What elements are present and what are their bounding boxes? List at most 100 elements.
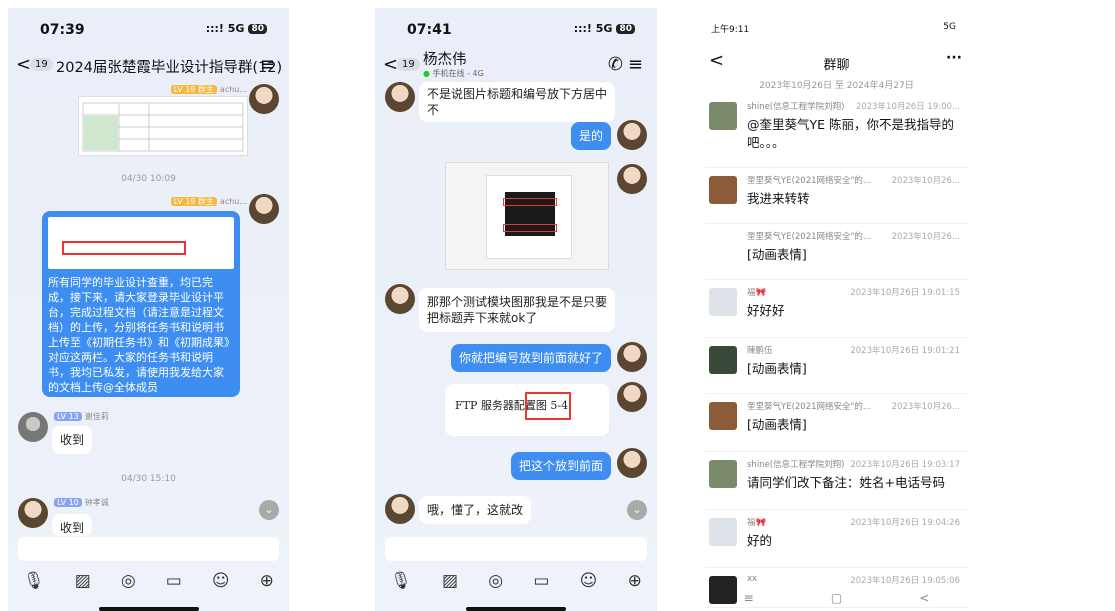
message-bubble[interactable]: 你就把编号放到前面就好了 [450,344,611,372]
scroll-down-icon[interactable]: ⌄ [627,500,647,520]
message-bubble[interactable]: 收到 [52,514,92,536]
list-item[interactable]: 福🎀 2023年10月26日 19:04:26 好的 [705,510,968,568]
list-item[interactable]: shine(信息工程学院刘翔) 2023年10月26日 19:00... @奎里葵气… [705,94,968,168]
avatar[interactable] [709,288,737,316]
list-item[interactable]: 奎里葵气YE(2021网络安全"的... 2023年10月26... 我进来转转 [705,168,968,224]
highlight-box [62,241,186,255]
avatar[interactable] [709,232,737,260]
avatar[interactable] [709,346,737,374]
message-bubble[interactable]: 不是说图片标题和编号放下方居中不 [419,82,615,122]
back-icon[interactable]: < [16,54,31,75]
chat-title: 杨杰伟 [423,52,467,68]
message-bubble[interactable]: 那那个测试模块图那我是不是只要把标题弄下来就ok了 [419,288,615,332]
avatar[interactable] [617,164,647,194]
message-date: 2023年10月26日 19:01:21 [850,346,960,356]
list-item[interactable]: 奎里葵气YE(2021网络安全"的... 2023年10月26... [动画表情] [705,394,968,452]
table-screenshot-icon [82,102,244,152]
unread-badge: 19 [30,58,53,71]
image-icon[interactable]: ▨ [75,571,91,591]
input-toolbar: 🎙 ▨ ◎ ▭ ☺ ⊕ [375,571,657,591]
menu-icon[interactable]: ≡ [260,54,275,75]
emoji-icon[interactable]: ☺ [580,571,598,591]
avatar[interactable] [385,82,415,112]
plus-icon[interactable]: ⊕ [628,571,642,591]
sender-name: xx [747,574,758,584]
emoji-icon[interactable]: ☺ [212,571,230,591]
avatar[interactable] [709,102,737,130]
sender-tag: LV 19 群主 achu... [170,84,247,95]
message-text: 好好好 [747,303,785,318]
sender-name: 陳鹏伍 [747,346,773,356]
signal-indicator: 5G [943,22,956,32]
phone-icon[interactable]: ✆ [608,54,623,75]
message-text: @奎里葵气YE 陈丽，你不是我指导的吧。。。 [747,117,955,150]
sender-name: 奎里葵气YE(2021网络安全"的... [747,402,872,412]
file-icon[interactable]: ▭ [166,571,182,591]
avatar[interactable] [709,518,737,546]
sender-tag: LV 19 群主 achu... [170,196,247,207]
avatar[interactable] [249,84,279,114]
file-icon[interactable]: ▭ [533,571,549,591]
message-date: 2023年10月26日 19:04:26 [850,518,960,528]
avatar[interactable] [617,382,647,412]
page-title: 群聊 [823,58,850,73]
message-date: 2023年10月26日 19:05:06 [850,576,960,586]
plus-icon[interactable]: ⊕ [260,571,274,591]
more-icon[interactable]: ··· [946,50,962,66]
menu-icon[interactable]: ≡ [628,54,643,75]
sender-tag: LV 10 钟孝诚 [54,497,109,508]
back-nav-icon[interactable]: < [919,591,929,605]
avatar[interactable] [385,284,415,314]
battery-icon: 80 [248,23,267,34]
phone-screen-private-chat: 07:41 :::! 5G 80 < 19 杨杰伟 ● 手机在线 - 4G ✆ ≡… [375,8,657,611]
phone-screen-group-chat: 07:39 :::! 5G 80 < 19 2024届张楚霞毕业设计指导群(12)… [8,8,289,611]
message-bubble[interactable]: 所有同学的毕业设计查重，均已完成，接下来，请大家登录毕业设计平台，完成过程文档（… [42,211,240,397]
back-icon[interactable]: < [383,54,398,75]
list-item[interactable]: 奎里葵气YE(2021网络安全"的... 2023年10月26... [动画表情] [705,224,968,280]
avatar[interactable] [709,402,737,430]
chat-title: 2024届张楚霞毕业设计指导群(12) [56,60,283,76]
avatar[interactable] [709,460,737,488]
camera-icon[interactable]: ◎ [488,571,503,591]
avatar[interactable] [18,412,48,442]
avatar[interactable] [617,120,647,150]
avatar[interactable] [18,498,48,528]
avatar[interactable] [385,494,415,524]
signal-indicator: :::! 5G 80 [206,22,267,35]
chat-header: < 19 2024届张楚霞毕业设计指导群(12) ≡ [8,54,289,80]
status-bar: 07:41 :::! 5G 80 [375,22,657,40]
signal-indicator: :::! 5G 80 [574,22,635,35]
message-bubble[interactable]: 是的 [570,122,611,150]
message-input[interactable] [385,537,647,561]
microphone-icon[interactable]: 🎙 [390,571,412,591]
message-bubble[interactable]: FTP 服务器配置图 5-4 [445,384,609,436]
avatar[interactable] [709,176,737,204]
message-text: [动画表情] [747,361,807,376]
message-bubble[interactable]: 收到 [52,426,92,454]
message-bubble[interactable]: 哦，懂了，这就改 [419,496,532,524]
message-input[interactable] [18,537,279,561]
home-icon[interactable]: ▢ [831,591,842,605]
image-attachment[interactable] [48,217,234,269]
menu-icon[interactable]: ≡ [744,591,754,605]
list-item[interactable]: 福🎀 2023年10月26日 19:01:15 好好好 [705,280,968,338]
microphone-icon[interactable]: 🎙 [23,571,45,591]
sender-name: 奎里葵气YE(2021网络安全"的... [747,232,872,242]
scroll-down-icon[interactable]: ⌄ [259,500,279,520]
image-attachment[interactable] [78,96,248,156]
image-icon[interactable]: ▨ [442,571,458,591]
phone-screen-group-history: 上午9:11 5G < 群聊 ··· 2023年10月26日 至 2024年4月… [705,8,968,611]
image-attachment[interactable] [445,162,609,270]
camera-icon[interactable]: ◎ [121,571,136,591]
message-text: [动画表情] [747,247,807,262]
list-item[interactable]: 陳鹏伍 2023年10月26日 19:01:21 [动画表情] [705,338,968,394]
avatar[interactable] [617,448,647,478]
sender-name: 奎里葵气YE(2021网络安全"的... [747,176,872,186]
date-range: 2023年10月26日 至 2024年4月27日 [759,81,914,91]
avatar[interactable] [617,342,647,372]
message-bubble[interactable]: 把这个放到前面 [510,452,611,480]
list-item[interactable]: shine(信息工程学院刘翔) 2023年10月26日 19:03:17 请同学们改… [705,452,968,510]
input-toolbar: 🎙 ▨ ◎ ▭ ☺ ⊕ [8,571,289,591]
system-nav-bar: ≡ ▢ < [705,591,968,605]
avatar[interactable] [249,194,279,224]
